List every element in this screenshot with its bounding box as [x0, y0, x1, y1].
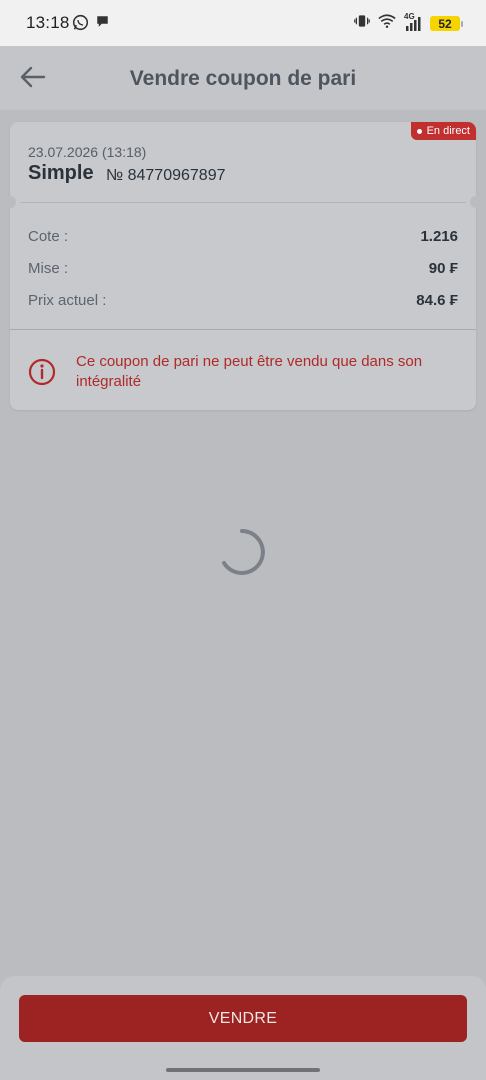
detail-row-mise: Mise : 90 ₣ [28, 260, 458, 277]
home-indicator[interactable] [166, 1068, 320, 1072]
live-badge: En direct [410, 122, 476, 140]
spinner-icon [218, 528, 266, 576]
status-right-icons: 4G 52 [354, 12, 463, 34]
cote-label: Cote : [28, 228, 69, 245]
status-left-icons [72, 14, 110, 36]
bet-coupon-card: En direct 23.07.2026 (13:18) Simple № 84… [4, 122, 482, 410]
detail-row-cote: Cote : 1.216 [28, 228, 458, 245]
app-header: Vendre coupon de pari [0, 46, 486, 110]
ticket-notch-right [470, 196, 482, 208]
prix-value: 84.6 ₣ [416, 292, 458, 309]
status-time: 13:18 [26, 13, 70, 32]
bet-date: 23.07.2026 (13:18) [28, 144, 147, 160]
ticket-divider-line [20, 202, 466, 203]
sell-button[interactable]: VENDRE [19, 995, 467, 1042]
ticket-divider [4, 196, 482, 208]
mise-value: 90 ₣ [428, 260, 458, 277]
bottom-panel: VENDRE [0, 976, 486, 1080]
mise-label: Mise : [28, 260, 69, 277]
status-bar: 13:18 4G 52 [0, 0, 486, 46]
detail-row-prix: Prix actuel : 84.6 ₣ [28, 292, 458, 309]
wifi-icon [378, 13, 396, 34]
prix-label: Prix actuel : [28, 292, 107, 309]
warning-text: Ce coupon de pari ne peut être vendu que… [76, 353, 423, 390]
chat-bubble-icon [95, 14, 110, 36]
vibrate-icon [354, 13, 370, 34]
live-dot-icon [416, 128, 422, 134]
signal-4g-icon: 4G [404, 12, 422, 32]
info-circle-icon [28, 358, 56, 386]
cote-value: 1.216 [420, 228, 458, 245]
ticket-notch-left [4, 196, 16, 208]
whatsapp-icon [72, 14, 89, 36]
battery-indicator: 52 [430, 16, 463, 31]
live-badge-label: En direct [426, 125, 470, 137]
page-title: Vendre coupon de pari [129, 67, 357, 90]
bet-type: Simple [28, 162, 94, 184]
section-divider [10, 329, 476, 330]
bet-number: № 84770967897 [106, 167, 226, 184]
